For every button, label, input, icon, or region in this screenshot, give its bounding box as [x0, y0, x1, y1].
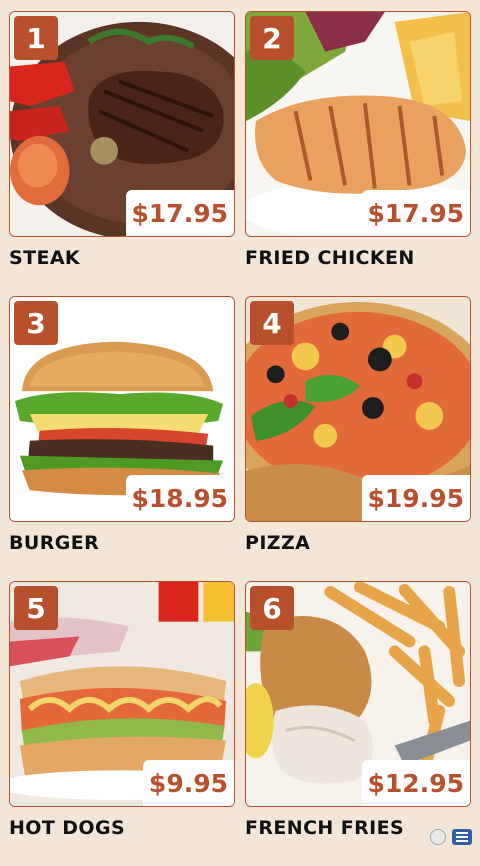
- menu-card-fried-chicken[interactable]: 2 $17.95 FRIED CHICKEN: [245, 11, 471, 296]
- item-name: FRIED CHICKEN: [245, 247, 415, 269]
- hotdog-photo: 5 $9.95: [9, 581, 235, 807]
- menu-card-steak[interactable]: 1 $17.95 STEAK: [9, 11, 235, 296]
- menu-card-french-fries[interactable]: 6 $12.95 FRENCH FRIES: [245, 581, 471, 866]
- item-price: $12.95: [361, 760, 470, 806]
- item-name: HOT DOGS: [9, 817, 126, 839]
- item-number-badge: 2: [250, 16, 294, 60]
- item-price: $17.95: [361, 190, 470, 236]
- item-name: FRENCH FRIES: [245, 817, 405, 839]
- item-price: $18.95: [125, 475, 234, 521]
- item-price: $9.95: [142, 760, 234, 806]
- menu-grid: 1 $17.95 STEAK 2 $17.95 FRIED CHICKEN 3 …: [9, 11, 471, 866]
- item-number-badge: 4: [250, 301, 294, 345]
- corner-controls: [430, 829, 472, 845]
- chicken-photo: 2 $17.95: [245, 11, 471, 237]
- steak-photo: 1 $17.95: [9, 11, 235, 237]
- pizza-photo: 4 $19.95: [245, 296, 471, 522]
- item-price: $17.95: [125, 190, 234, 236]
- menu-card-pizza[interactable]: 4 $19.95 PIZZA: [245, 296, 471, 581]
- menu-card-burger[interactable]: 3 $18.95 BURGER: [9, 296, 235, 581]
- fish-fries-photo: 6 $12.95: [245, 581, 471, 807]
- item-name: BURGER: [9, 532, 100, 554]
- item-name: PIZZA: [245, 532, 311, 554]
- burger-photo: 3 $18.95: [9, 296, 235, 522]
- item-number-badge: 5: [14, 586, 58, 630]
- item-price: $19.95: [361, 475, 470, 521]
- item-name: STEAK: [9, 247, 81, 269]
- dots-icon[interactable]: [430, 829, 446, 845]
- item-number-badge: 3: [14, 301, 58, 345]
- item-number-badge: 1: [14, 16, 58, 60]
- menu-icon[interactable]: [452, 829, 472, 845]
- item-number-badge: 6: [250, 586, 294, 630]
- menu-card-hot-dogs[interactable]: 5 $9.95 HOT DOGS: [9, 581, 235, 866]
